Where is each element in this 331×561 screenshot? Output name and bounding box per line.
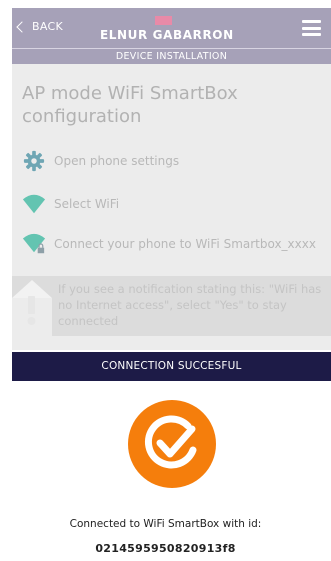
menu-icon — [302, 20, 321, 23]
step-connect-wifi: Connect your phone to WiFi Smartbox_xxxx — [22, 233, 316, 255]
connected-label: Connected to WiFi SmartBox with id: — [69, 518, 262, 530]
notice-text: If you see a notification stating this: … — [58, 282, 322, 328]
connection-status-banner: CONNECTION SUCCESFUL — [12, 352, 331, 381]
chevron-left-icon — [16, 20, 28, 33]
step-open-settings: Open phone settings — [22, 150, 179, 172]
wifi-lock-icon — [22, 233, 46, 255]
step-label: Select WiFi — [54, 197, 120, 211]
header-subtitle: DEVICE INSTALLATION — [12, 48, 331, 64]
step-select-wifi: Select WiFi — [22, 193, 119, 215]
notice-box: If you see a notification stating this: … — [12, 276, 331, 336]
wifi-icon — [22, 193, 46, 215]
device-id: 0214595950820913f8 — [95, 542, 236, 555]
gear-icon — [22, 150, 46, 172]
warning-icon — [12, 276, 52, 336]
back-label: BACK — [32, 20, 63, 33]
success-badge — [128, 400, 216, 488]
back-button[interactable]: BACK — [16, 20, 63, 33]
page-title: AP mode WiFi SmartBox configuration — [22, 83, 238, 127]
check-circle-icon — [144, 415, 197, 469]
brand-name: ELNUR GABARRON — [100, 28, 234, 42]
menu-button[interactable] — [302, 20, 321, 36]
instructions-panel: AP mode WiFi SmartBox configuration Open… — [12, 64, 331, 350]
step-label: Open phone settings — [54, 154, 180, 168]
brand-logo-icon — [155, 16, 172, 25]
app-header: BACK ELNUR GABARRON DEVICE INSTALLATION — [12, 8, 331, 64]
step-label: Connect your phone to WiFi Smartbox_xxxx — [54, 237, 316, 251]
